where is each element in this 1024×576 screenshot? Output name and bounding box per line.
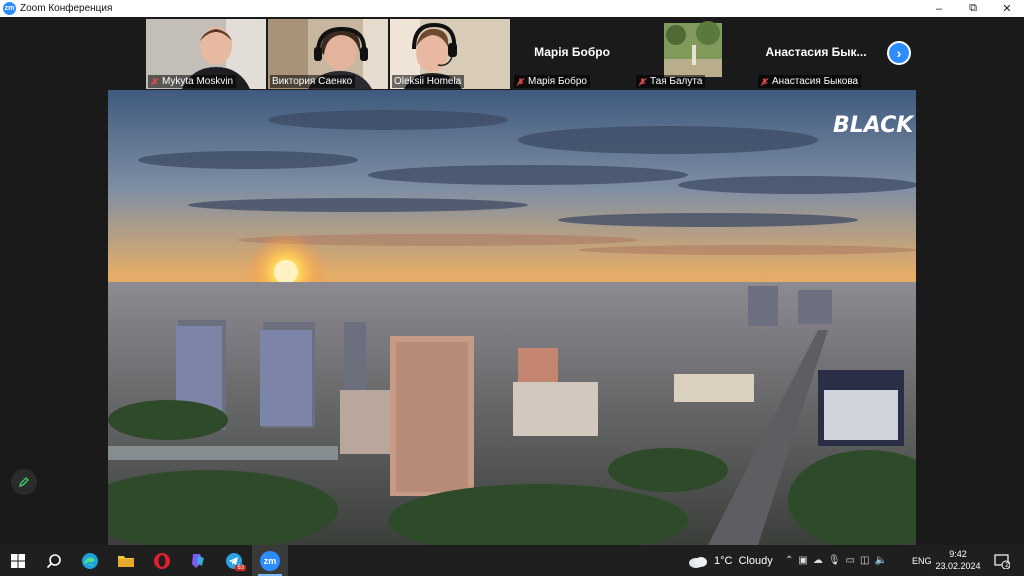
participant-tile[interactable]: Анастасия Бык... Анастасия Быкова xyxy=(756,19,876,89)
taskbar-opera[interactable] xyxy=(144,545,180,576)
muted-mic-icon xyxy=(150,77,159,86)
clock-date: 23.02.2024 xyxy=(935,561,981,571)
zoom-icon: zm xyxy=(260,550,280,571)
notification-center-button[interactable]: 2 xyxy=(990,545,1014,576)
participant-name: Анастасия Быкова xyxy=(772,76,859,87)
participant-nameplate: Тая Балута xyxy=(636,75,706,88)
participant-tile[interactable]: Тая Балута xyxy=(634,19,754,89)
pencil-icon xyxy=(18,477,29,488)
city-sunset-image: BLACK xyxy=(108,90,916,545)
muted-mic-icon xyxy=(638,77,647,86)
display-icon[interactable]: ▭ xyxy=(846,555,855,566)
meeting-area: Mykyta Moskvin Виктория Саенко Oleksii H… xyxy=(0,17,1024,545)
participant-name: Марія Бобро xyxy=(528,76,587,87)
copilot-icon xyxy=(192,553,204,568)
weather-condition: Cloudy xyxy=(738,554,773,567)
microphone-icon[interactable]: 🎙 xyxy=(828,555,841,566)
participant-name: Oleksii Homela xyxy=(394,76,462,87)
participant-nameplate: Виктория Саенко xyxy=(270,75,356,88)
participant-name: Тая Балута xyxy=(650,76,703,87)
windows-taskbar: 63 zm 1°C Cloudy ⌃ ▣ ☁ 🎙 ▭ ◫ 🔈 ENG 9:42 … xyxy=(0,545,1024,576)
clock-time: 9:42 xyxy=(949,549,967,559)
opera-icon xyxy=(154,552,170,569)
network-icon[interactable]: ◫ xyxy=(860,555,869,566)
participant-strip: Mykyta Moskvin Виктория Саенко Oleksii H… xyxy=(146,19,876,89)
taskbar-clock[interactable]: 9:42 23.02.2024 xyxy=(935,548,981,572)
participant-display-name: Марія Бобро xyxy=(534,45,610,59)
folder-icon xyxy=(118,555,134,567)
volume-icon[interactable]: 🔈 xyxy=(874,555,886,566)
taskbar-edge[interactable] xyxy=(72,545,108,576)
taskbar-search-button[interactable] xyxy=(36,545,72,576)
taskbar-zoom[interactable]: zm xyxy=(252,545,288,576)
start-button[interactable] xyxy=(0,545,36,576)
watermark-logo: BLACK xyxy=(833,113,915,138)
participant-tile[interactable]: Марія Бобро Марія Бобро xyxy=(512,19,632,89)
participant-nameplate: Марія Бобро xyxy=(514,75,590,88)
window-controls: – ⧉ ✕ xyxy=(922,0,1024,17)
shared-screen: BLACK xyxy=(108,90,916,545)
next-participants-button[interactable]: › xyxy=(887,41,911,65)
taskbar-file-explorer[interactable] xyxy=(108,545,144,576)
participant-name: Виктория Саенко xyxy=(272,76,353,87)
taskbar-copilot[interactable] xyxy=(180,545,216,576)
participant-tile[interactable]: Mykyta Moskvin xyxy=(146,19,266,89)
edge-icon xyxy=(82,552,98,569)
minimize-button[interactable]: – xyxy=(922,0,956,17)
participant-nameplate: Анастасия Быкова xyxy=(758,75,862,88)
window-title-bar[interactable]: zm Zoom Конференция – ⧉ ✕ xyxy=(0,0,1024,17)
meet-now-icon[interactable]: ▣ xyxy=(798,555,807,566)
muted-mic-icon xyxy=(516,77,525,86)
participant-tile[interactable]: Виктория Саенко xyxy=(268,19,388,89)
participant-nameplate: Oleksii Homela xyxy=(392,75,465,88)
taskbar-telegram[interactable]: 63 xyxy=(216,545,252,576)
restore-button[interactable]: ⧉ xyxy=(956,0,990,17)
window-title: Zoom Конференция xyxy=(20,3,113,14)
weather-widget[interactable]: 1°C Cloudy xyxy=(688,545,773,576)
participant-name: Mykyta Moskvin xyxy=(162,76,234,87)
participant-display-name: Анастасия Бык... xyxy=(765,45,867,59)
onedrive-icon[interactable]: ☁ xyxy=(813,555,823,566)
system-tray: ⌃ ▣ ☁ 🎙 ▭ ◫ 🔈 xyxy=(785,545,887,576)
participant-nameplate: Mykyta Moskvin xyxy=(148,75,237,88)
telegram-unread-badge: 63 xyxy=(235,565,246,571)
input-language[interactable]: ENG xyxy=(912,545,932,576)
zoom-app-icon: zm xyxy=(3,2,16,15)
notification-count: 2 xyxy=(1005,562,1009,569)
close-button[interactable]: ✕ xyxy=(990,0,1024,17)
muted-mic-icon xyxy=(760,77,769,86)
windows-logo-icon xyxy=(11,553,25,568)
search-icon xyxy=(46,553,61,568)
weather-temp: 1°C xyxy=(714,554,733,567)
chevron-right-icon: › xyxy=(896,45,902,61)
chevron-up-icon[interactable]: ⌃ xyxy=(785,555,793,566)
cloud-icon xyxy=(689,556,707,568)
annotate-button[interactable] xyxy=(11,469,37,495)
participant-tile[interactable]: Oleksii Homela xyxy=(390,19,510,89)
